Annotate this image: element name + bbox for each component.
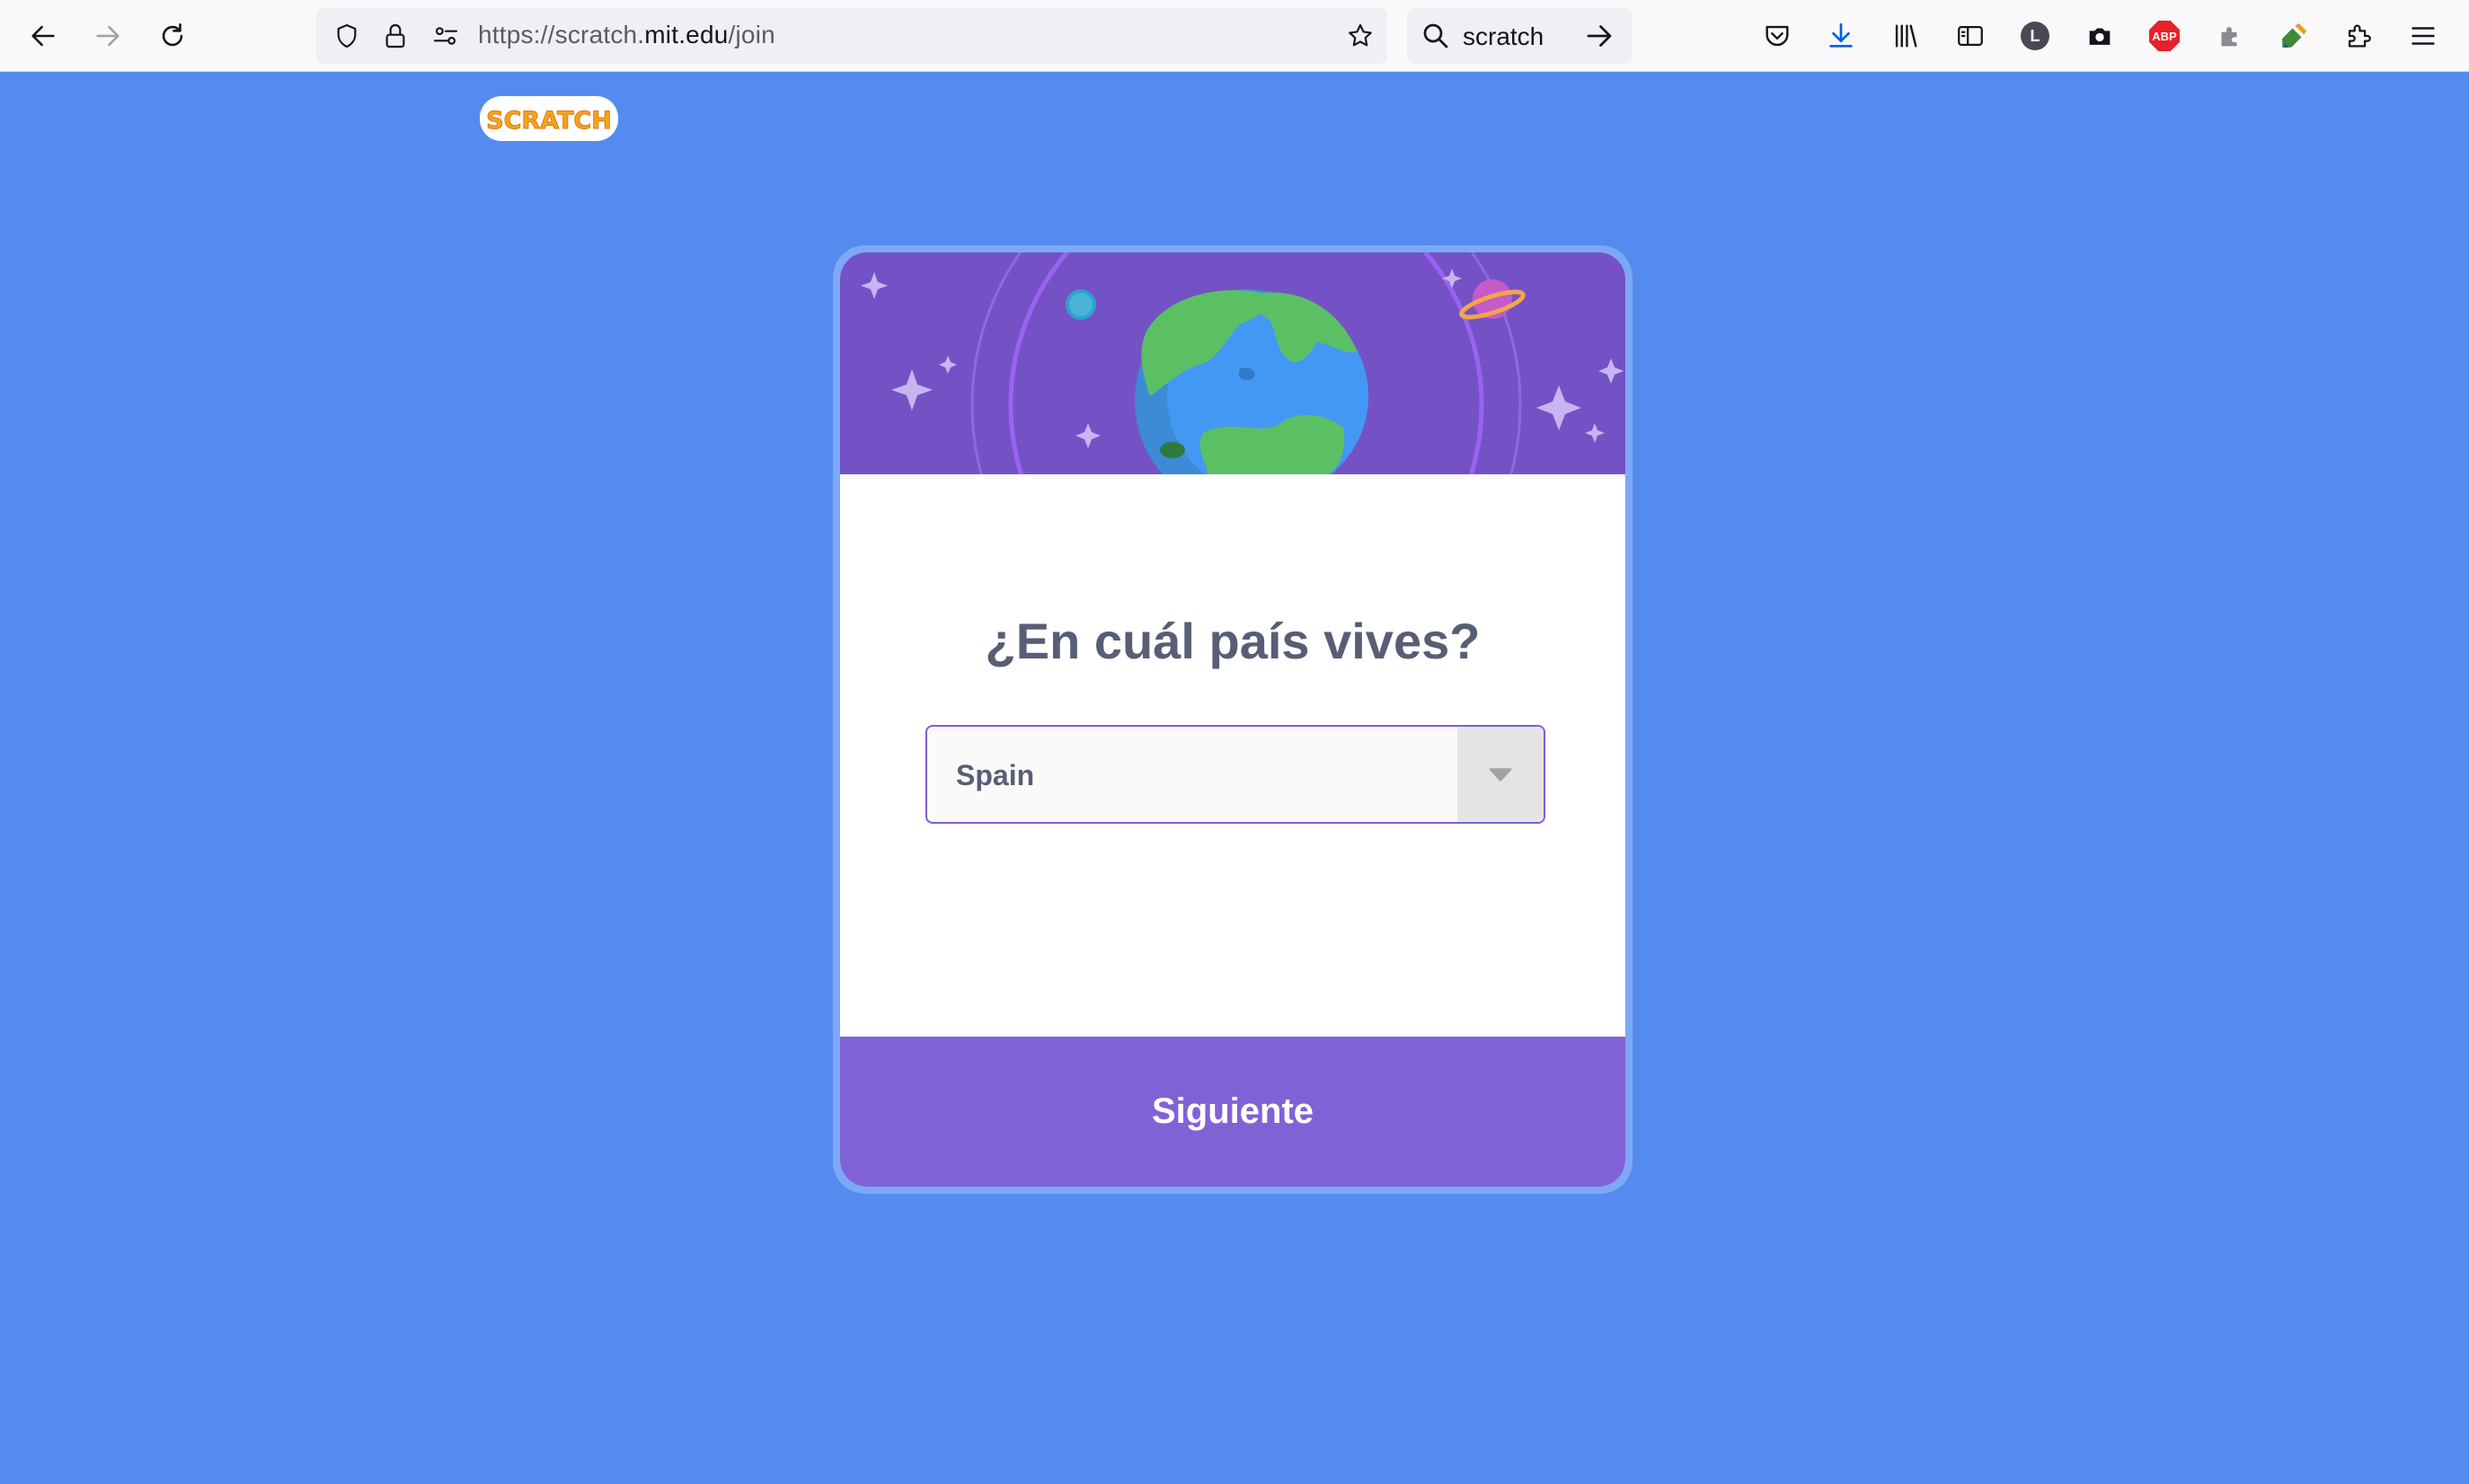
globe-banner-illustration	[840, 252, 1625, 474]
country-question-heading: ¿En cuál país vives?	[985, 613, 1481, 669]
arrow-right-icon	[96, 25, 119, 47]
join-card: ¿En cuál país vives? Spain Siguiente	[833, 245, 1633, 1194]
arrow-left-icon	[31, 25, 55, 47]
country-select[interactable]: Spain	[925, 725, 1545, 824]
profile-avatar[interactable]: L	[2017, 18, 2053, 54]
country-select-value: Spain	[956, 759, 1035, 791]
url-host: mit.edu	[644, 21, 729, 49]
screenshot-camera-icon[interactable]	[2082, 18, 2118, 54]
reload-button[interactable]	[149, 13, 196, 59]
shield-icon[interactable]	[329, 18, 365, 54]
url-bar[interactable]: https://scratch.mit.edu/join	[316, 8, 1387, 64]
url-path: /join	[728, 21, 775, 49]
reload-icon	[162, 22, 183, 47]
forward-button[interactable]	[84, 13, 131, 59]
library-icon[interactable]	[1888, 18, 1924, 54]
site-permissions-icon[interactable]	[428, 18, 464, 54]
adblock-plus-icon[interactable]: ABP	[2146, 18, 2182, 54]
scratch-logo[interactable]: SCRATCH	[478, 93, 620, 145]
next-button-label: Siguiente	[1151, 1091, 1314, 1131]
extension-pencil-icon[interactable]	[2276, 18, 2312, 54]
adblock-label: ABP	[2149, 21, 2180, 51]
extensions-puzzle-icon[interactable]	[2341, 18, 2376, 54]
pocket-icon[interactable]	[1759, 18, 1795, 54]
browser-toolbar: https://scratch.mit.edu/join scratch L A…	[0, 0, 2469, 72]
bookmark-star-icon[interactable]	[1342, 18, 1378, 54]
search-input[interactable]: scratch	[1463, 22, 1544, 51]
scratch-logo-text: SCRATCH	[486, 107, 612, 135]
sidebar-icon[interactable]	[1952, 18, 1988, 54]
url-prefix: https://scratch.	[478, 21, 645, 49]
url-text[interactable]: https://scratch.mit.edu/join	[478, 21, 775, 49]
downloads-icon[interactable]	[1823, 18, 1859, 54]
profile-letter: L	[2021, 22, 2049, 50]
next-button[interactable]: Siguiente	[840, 1037, 1625, 1187]
lock-icon[interactable]	[377, 18, 413, 54]
select-dropdown-button[interactable]	[1457, 727, 1544, 822]
search-go-arrow-icon[interactable]	[1583, 20, 1615, 52]
extension-puzzle-gray-icon[interactable]	[2211, 18, 2247, 54]
back-button[interactable]	[20, 13, 66, 59]
search-bar[interactable]: scratch	[1407, 8, 1632, 64]
caret-down-icon	[1489, 768, 1512, 782]
search-icon	[1423, 23, 1448, 49]
menu-hamburger-icon[interactable]	[2405, 18, 2441, 54]
